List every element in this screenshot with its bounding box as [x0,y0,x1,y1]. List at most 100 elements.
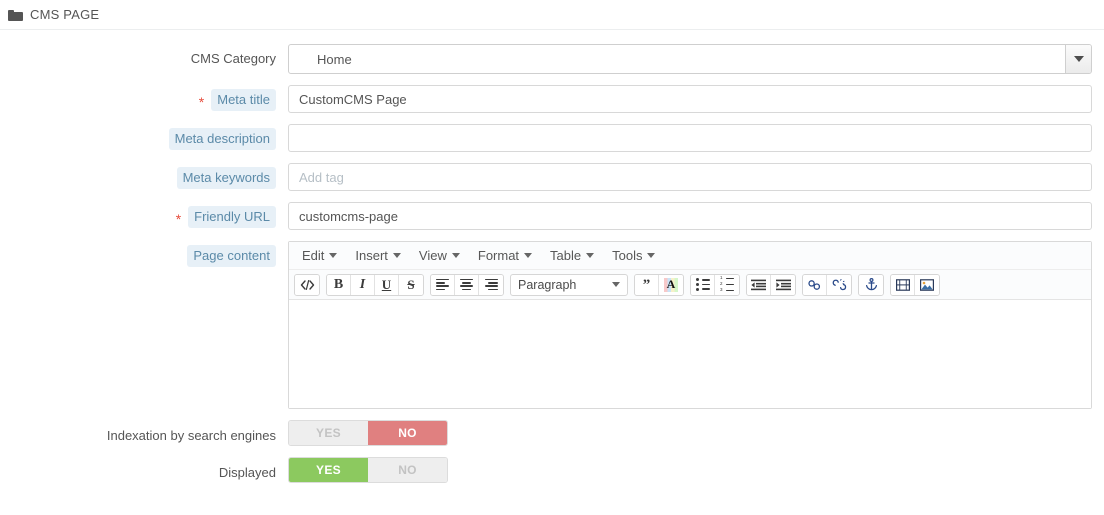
label-friendly-url: Friendly URL [188,205,276,228]
label-cms-category: CMS Category [190,51,276,66]
displayed-toggle[interactable]: YES NO [288,457,448,483]
label-page-content: Page content [187,244,276,267]
required-asterisk-friendly-url: * [175,210,182,227]
menu-table-label: Table [550,248,582,263]
unlink-icon[interactable] [827,274,851,295]
menu-format[interactable]: Format [469,245,541,266]
outdent-icon[interactable] [747,274,771,295]
chevron-down-icon [612,282,620,287]
strikethrough-icon[interactable]: S [399,274,423,295]
toolbar-group-align [430,273,504,296]
displayed-toggle-no[interactable]: NO [368,458,447,482]
toolbar-group-media [890,273,940,296]
bullet-list-icon[interactable] [691,274,715,295]
bold-icon[interactable]: B [327,274,351,295]
align-left-icon[interactable] [431,274,455,295]
label-meta-title-wrap: * Meta title [0,85,276,111]
menu-view-label: View [418,248,447,263]
text-color-icon[interactable]: A [659,274,683,295]
toolbar-group-indent [746,273,796,296]
menu-insert[interactable]: Insert [346,245,410,266]
indexation-toggle-no[interactable]: NO [368,421,447,445]
menu-table[interactable]: Table [541,245,603,266]
field-page-content: Edit Insert View Format Table Tools B I … [276,241,1092,409]
image-icon[interactable] [915,274,939,295]
cms-page-form: CMS Category Home * Meta title Meta desc… [0,30,1104,483]
form-row-cms-category: CMS Category Home [0,44,1104,74]
underline-icon[interactable]: U [375,274,399,295]
chevron-down-icon [451,253,460,258]
field-indexation: YES NO [276,420,1080,446]
align-center-icon[interactable] [455,274,479,295]
displayed-toggle-yes[interactable]: YES [289,458,368,482]
label-indexation-wrap: Indexation by search engines [0,420,276,444]
label-page-content-wrap: Page content [0,241,276,267]
form-row-meta-keywords: Meta keywords [0,163,1104,191]
label-indexation: Indexation by search engines [106,427,276,443]
field-friendly-url [276,202,1092,230]
label-friendly-url-wrap: * Friendly URL [0,202,276,228]
label-meta-description: Meta description [168,127,276,150]
form-row-displayed: Displayed YES NO [0,457,1104,483]
toolbar-group-source [294,273,320,296]
field-cms-category: Home [276,44,1092,74]
field-displayed: YES NO [276,457,1080,483]
indexation-toggle-yes[interactable]: YES [289,421,368,445]
label-displayed: Displayed [218,464,276,480]
blockquote-icon[interactable]: ” [635,274,659,295]
field-meta-description [276,124,1092,152]
chevron-down-icon [392,253,401,258]
menu-tools-label: Tools [612,248,643,263]
label-meta-description-wrap: Meta description [0,124,276,150]
form-row-friendly-url: * Friendly URL [0,202,1104,230]
meta-description-input[interactable] [288,124,1092,152]
form-row-indexation: Indexation by search engines YES NO [0,420,1104,446]
menu-edit-label: Edit [302,248,325,263]
label-displayed-wrap: Displayed [0,457,276,481]
label-meta-keywords-wrap: Meta keywords [0,163,276,189]
friendly-url-input[interactable] [288,202,1092,230]
cms-category-select[interactable]: Home [288,44,1092,74]
chevron-down-icon [586,253,595,258]
italic-icon[interactable]: I [351,274,375,295]
menu-view[interactable]: View [410,245,469,266]
media-icon[interactable] [891,274,915,295]
editor-toolbar: B I U S Paragraph ” A 1 2 3 [289,270,1091,300]
toolbar-group-quote-color: ” A [634,273,684,296]
chevron-down-icon [647,253,656,258]
indent-icon[interactable] [771,274,795,295]
numbered-list-icon[interactable]: 1 2 3 [715,274,739,295]
menu-tools[interactable]: Tools [603,245,664,266]
meta-keywords-input[interactable] [288,163,1092,191]
page-title: CMS PAGE [30,7,100,22]
chevron-down-icon [524,253,533,258]
source-code-icon[interactable] [295,274,319,295]
toolbar-group-lists: 1 2 3 [690,273,740,296]
anchor-icon[interactable] [859,274,883,295]
editor-menubar: Edit Insert View Format Table Tools [289,242,1091,270]
field-meta-title [276,85,1092,113]
cms-category-select-wrap[interactable]: Home [288,44,1092,74]
form-row-page-content: Page content Edit Insert View Format Tab… [0,241,1104,409]
toolbar-group-link [802,273,852,296]
label-cms-category-wrap: CMS Category [0,44,276,68]
form-row-meta-description: Meta description [0,124,1104,152]
field-meta-keywords [276,163,1092,191]
align-right-icon[interactable] [479,274,503,295]
link-icon[interactable] [803,274,827,295]
indexation-toggle[interactable]: YES NO [288,420,448,446]
label-meta-title: Meta title [211,88,276,111]
meta-title-input[interactable] [288,85,1092,113]
editor-content-area[interactable] [289,300,1091,408]
format-select[interactable]: Paragraph [510,273,628,296]
rich-text-editor[interactable]: Edit Insert View Format Table Tools B I … [288,241,1092,409]
menu-insert-label: Insert [355,248,388,263]
panel-header: CMS PAGE [0,0,1104,30]
label-meta-keywords: Meta keywords [176,166,276,189]
menu-edit[interactable]: Edit [293,245,346,266]
menu-format-label: Format [477,248,520,263]
chevron-down-icon [329,253,338,258]
format-select-value: Paragraph [518,277,577,292]
toolbar-group-anchor [858,273,884,296]
form-row-meta-title: * Meta title [0,85,1104,113]
